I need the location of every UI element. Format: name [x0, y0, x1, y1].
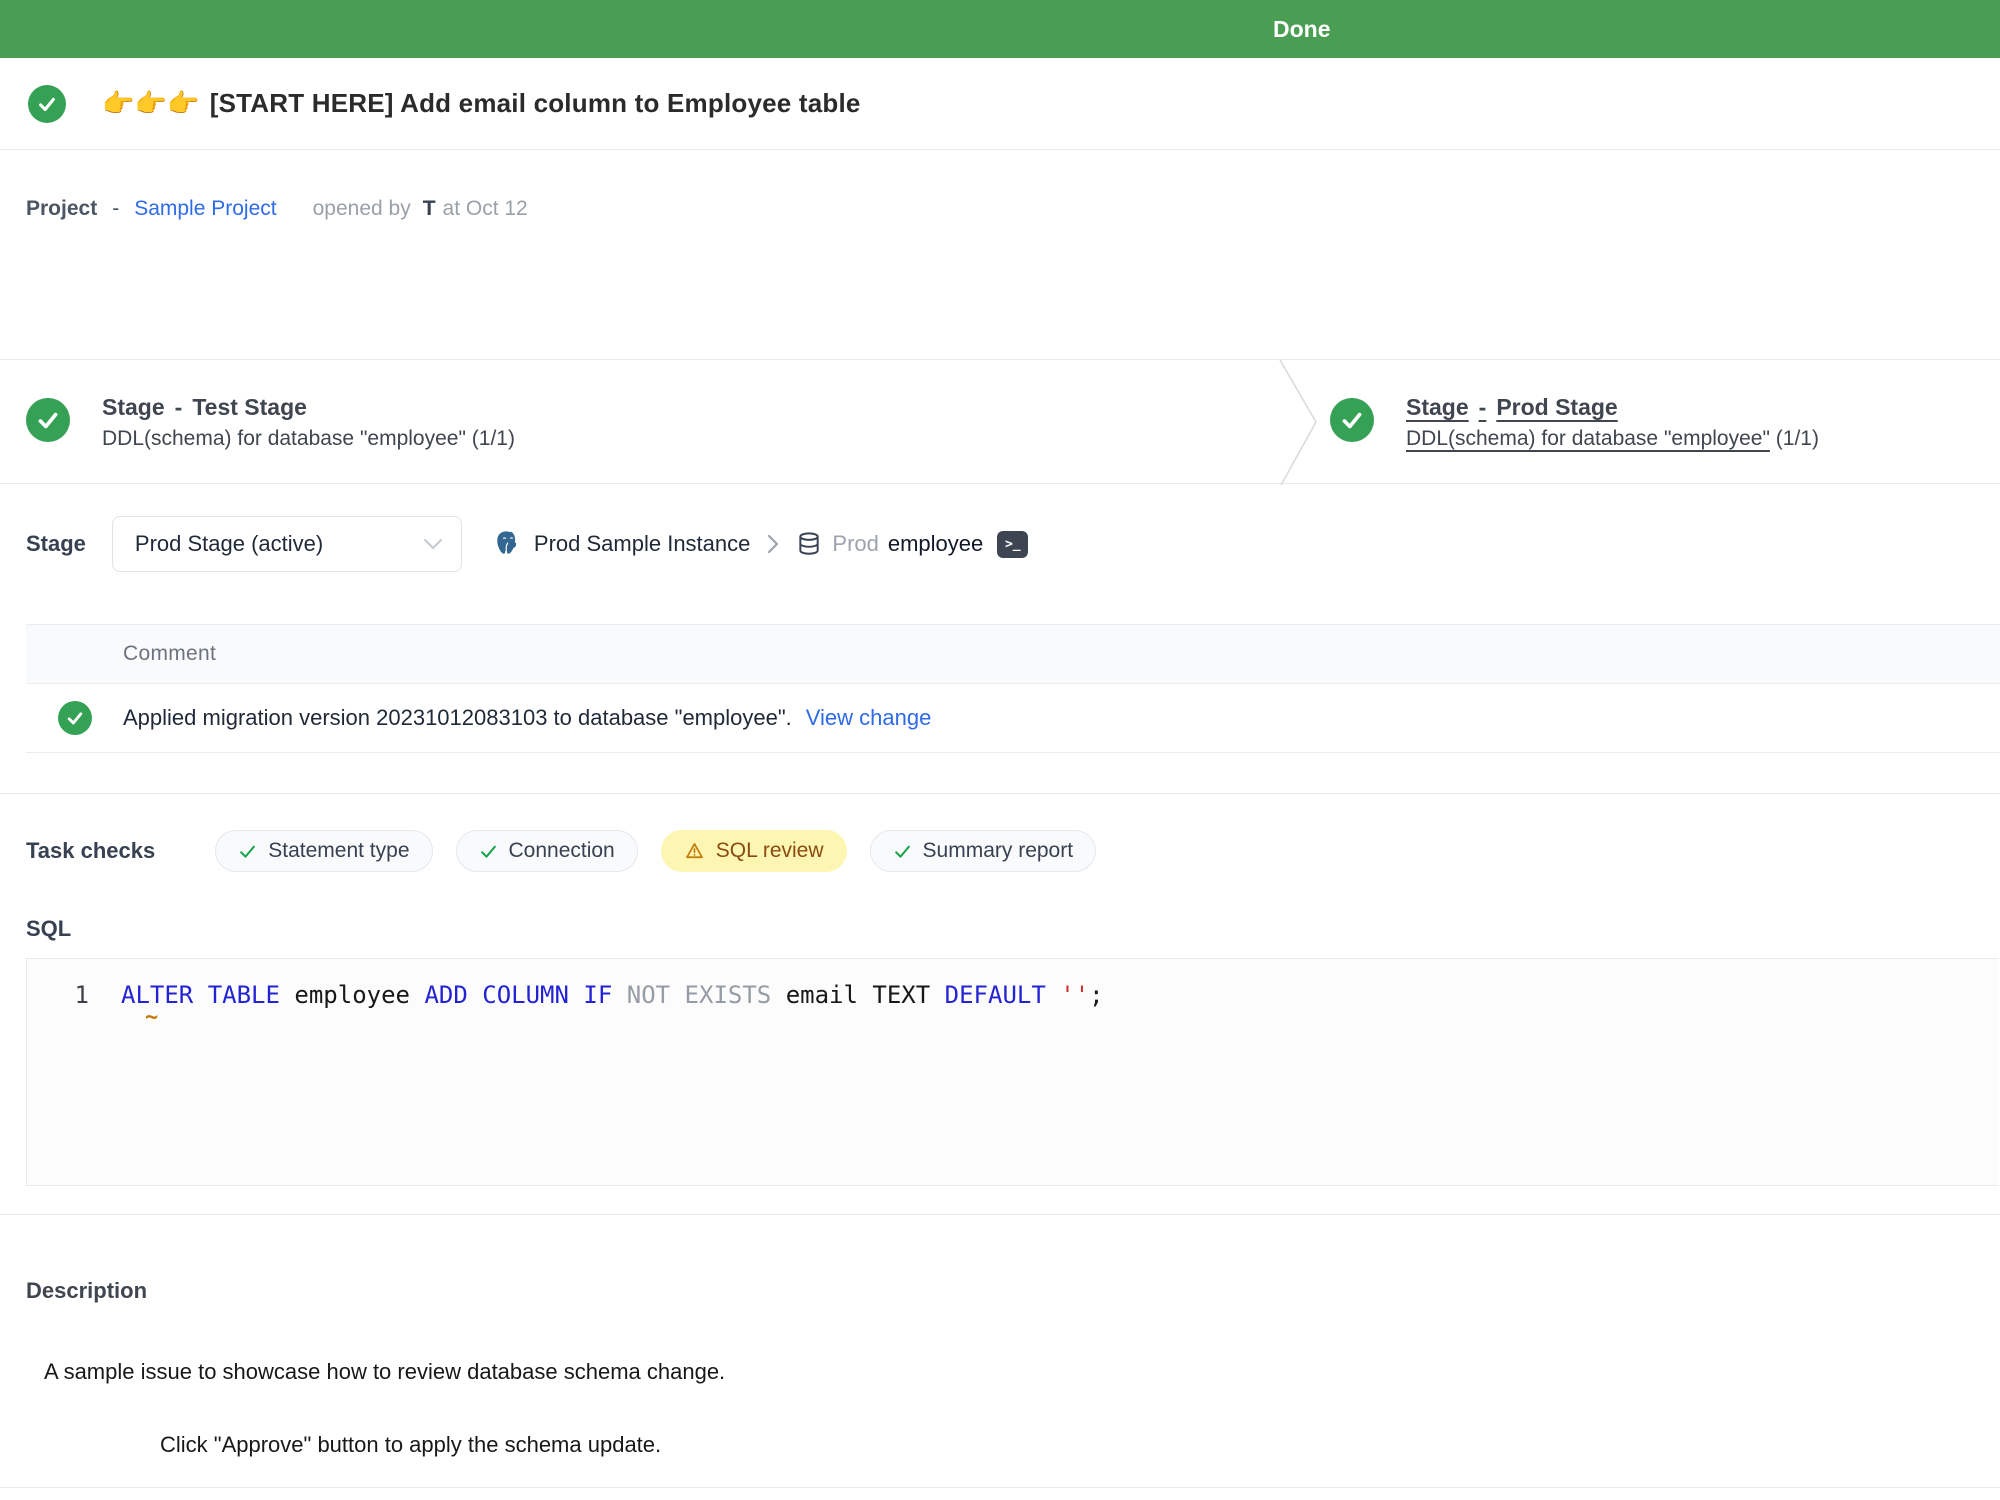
stage-test-text: Stage-Test Stage DDL(schema) for databas… [102, 394, 515, 451]
status-banner-label: Done [1273, 0, 1331, 58]
opened-at-label: at Oct 12 [443, 197, 528, 221]
stage-prod-task-link[interactable]: DDL(schema) for database "employee" [1406, 427, 1770, 450]
breadcrumb-chevron-icon [766, 533, 780, 555]
check-pill-label: Connection [509, 839, 615, 863]
stage-prod-subtitle: DDL(schema) for database "employee" (1/1… [1406, 427, 1819, 451]
issue-title: 👉👉👉 [START HERE] Add email column to Empl… [102, 88, 861, 119]
stage-test-title-prefix: Stage [102, 394, 165, 420]
divider [0, 149, 2000, 150]
stage-test-title: Stage-Test Stage [102, 394, 515, 421]
sql-token: NOT EXISTS [627, 979, 772, 1011]
check-pill-label: Statement type [268, 839, 409, 863]
issue-creator: T [423, 197, 436, 221]
instance-name[interactable]: Prod Sample Instance [534, 531, 750, 557]
status-banner: Done [0, 0, 2000, 58]
pointing-hands-emoji: 👉👉👉 [102, 88, 200, 118]
stage-test-title-dash: - [175, 394, 183, 420]
stage-chevron-separator [1278, 359, 1322, 486]
task-checks-label: Task checks [26, 838, 155, 864]
success-check-icon [479, 842, 498, 861]
check-pill-connection[interactable]: Connection [456, 830, 638, 872]
database-name-link[interactable]: employee [888, 531, 983, 557]
check-pill-sql-review[interactable]: SQL review [661, 830, 847, 872]
sql-token: ADD COLUMN IF [424, 979, 612, 1011]
check-pill-summary-report[interactable]: Summary report [870, 830, 1097, 872]
sql-token: DEFAULT [945, 979, 1046, 1011]
issue-detail-page: Done 👉👉👉 [START HERE] Add email column to… [0, 0, 2000, 1500]
warning-triangle-icon [684, 841, 705, 861]
stage-prod-title-dash: - [1479, 394, 1487, 420]
issue-done-check-icon [28, 85, 66, 123]
description-paragraph: Click "Approve" button to apply the sche… [160, 1432, 661, 1458]
sql-review-warning-marker: ~ [145, 1005, 158, 1030]
check-pill-label: SQL review [716, 839, 824, 863]
view-change-link[interactable]: View change [806, 705, 932, 731]
opened-by-label: opened by [313, 197, 411, 221]
stage-pipeline: Stage-Test Stage DDL(schema) for databas… [0, 359, 2000, 484]
sql-editor-terminal-button[interactable]: >_ [997, 531, 1028, 558]
divider [0, 1214, 2000, 1215]
check-pill-statement-type[interactable]: Statement type [215, 830, 432, 872]
description-paragraph: A sample issue to showcase how to review… [44, 1359, 725, 1385]
stage-test-done-check-icon [26, 398, 70, 442]
stage-prod-text: Stage-Prod Stage DDL(schema) for databas… [1406, 394, 1819, 451]
stage-test-task-label: DDL(schema) for database "employee" [102, 427, 466, 450]
stage-select-value: Prod Stage (active) [135, 531, 323, 557]
issue-header: 👉👉👉 [START HERE] Add email column to Empl… [0, 58, 2000, 149]
project-link[interactable]: Sample Project [134, 197, 276, 221]
stage-test-progress: (1/1) [472, 427, 515, 450]
terminal-glyph: >_ [1005, 537, 1021, 552]
database-icon [796, 530, 822, 558]
postgresql-icon [492, 529, 522, 559]
sql-token: email TEXT [771, 979, 944, 1011]
stage-card-test[interactable]: Stage-Test Stage DDL(schema) for databas… [26, 398, 515, 451]
stage-selector-row: Stage Prod Stage (active) Prod Sample In… [26, 515, 1028, 573]
sql-section-label: SQL [26, 916, 71, 942]
sql-token: '' [1060, 979, 1089, 1011]
description-label: Description [26, 1278, 147, 1304]
sql-editor[interactable]: 1ALTER TABLE employee ADD COLUMN IF NOT … [26, 958, 1999, 1186]
sql-token [612, 979, 626, 1011]
comment-table: Comment Applied migration version 202310… [26, 624, 2000, 753]
comment-table-header: Comment [26, 625, 2000, 684]
success-check-icon [238, 842, 257, 861]
divider [0, 793, 2000, 794]
sql-code-line: 1ALTER TABLE employee ADD COLUMN IF NOT … [27, 979, 1104, 1011]
chevron-down-icon [423, 538, 443, 550]
success-check-icon [893, 842, 912, 861]
stage-prod-done-check-icon [1330, 398, 1374, 442]
stage-prod-title-link[interactable]: Stage-Prod Stage [1406, 394, 1819, 421]
stage-test-title-name: Test Stage [192, 394, 307, 420]
check-pill-label: Summary report [923, 839, 1074, 863]
stage-prod-title-prefix: Stage [1406, 394, 1469, 420]
stage-prod-title-name: Prod Stage [1496, 394, 1617, 420]
stage-test-subtitle: DDL(schema) for database "employee" (1/1… [102, 427, 515, 451]
project-row: Project - Sample Project opened by T at … [26, 186, 528, 232]
task-checks-row: Task checks Statement type Connection SQ… [26, 830, 1119, 872]
sql-token: ; [1089, 979, 1103, 1011]
comment-column-header: Comment [123, 642, 216, 666]
project-label: Project [26, 197, 97, 221]
sql-token: employee [280, 979, 425, 1011]
project-separator: - [112, 197, 119, 221]
sql-token [1046, 979, 1060, 1011]
comment-success-check-icon [58, 701, 92, 735]
line-number: 1 [27, 979, 89, 1011]
stage-select-dropdown[interactable]: Prod Stage (active) [112, 516, 462, 572]
comment-text: Applied migration version 20231012083103… [123, 705, 792, 731]
stage-selector-label: Stage [26, 531, 86, 557]
issue-title-text: [START HERE] Add email column to Employe… [210, 88, 861, 118]
stage-prod-progress: (1/1) [1776, 427, 1819, 450]
divider [0, 1487, 2000, 1488]
comment-row: Applied migration version 20231012083103… [26, 684, 2000, 753]
stage-card-prod[interactable]: Stage-Prod Stage DDL(schema) for databas… [1330, 398, 1819, 451]
database-env-prefix: Prod [832, 531, 878, 557]
